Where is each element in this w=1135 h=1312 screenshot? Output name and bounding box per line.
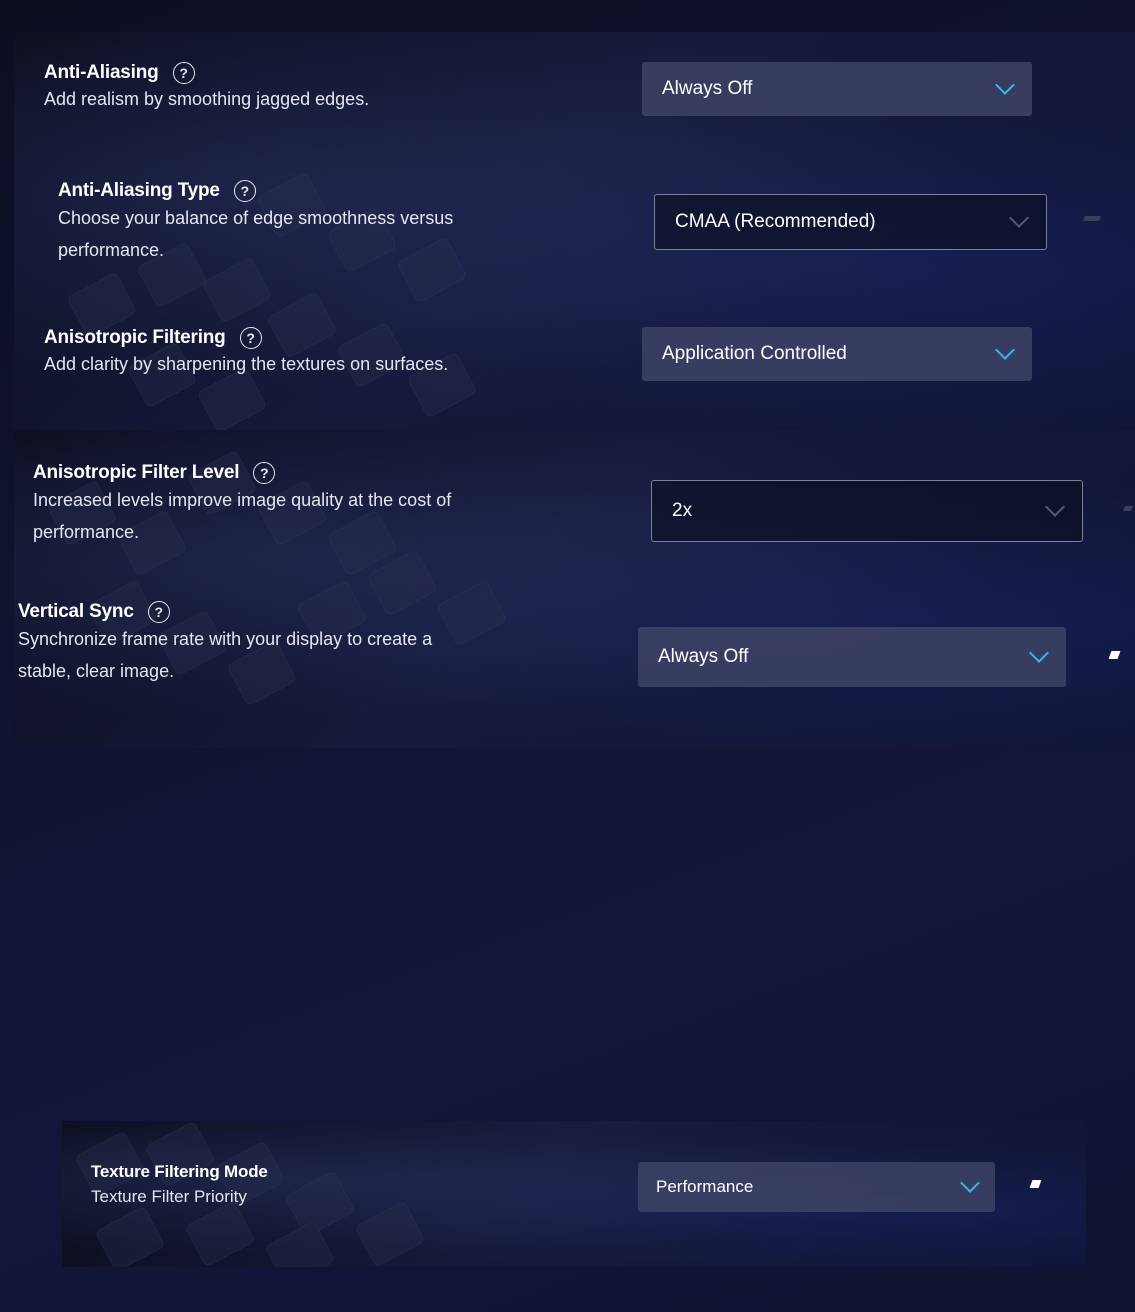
setting-anisotropic-filtering: Anisotropic Filtering ? Add clarity by s… — [44, 327, 448, 377]
texture-filtering-value: Performance — [656, 1177, 754, 1196]
chevron-down-icon — [960, 1173, 980, 1193]
anti-aliasing-type-dropdown[interactable]: CMAA (Recommended) — [654, 194, 1047, 250]
anti-aliasing-dropdown[interactable]: Always Off — [642, 62, 1032, 116]
chevron-down-icon — [1029, 643, 1049, 663]
question-circle-icon[interactable]: ? — [239, 327, 262, 349]
anti-aliasing-title: Anti-Aliasing — [44, 62, 159, 83]
texture-filtering-mode-title: Texture Filtering Mode — [91, 1162, 268, 1181]
anti-aliasing-type-description: Choose your balance of edge smoothness v… — [58, 208, 454, 260]
texture-filtering-dropdown[interactable]: Performance — [638, 1162, 995, 1212]
question-circle-icon[interactable]: ? — [147, 601, 170, 623]
chevron-down-icon — [995, 75, 1015, 95]
chevron-down-icon — [1045, 497, 1065, 517]
chevron-down-icon — [1009, 208, 1029, 228]
setting-anisotropic-filter-level: Anisotropic Filter Level ? Increased lev… — [33, 462, 451, 548]
anisotropic-filter-level-description: Increased levels improve image quality a… — [33, 490, 452, 542]
setting-anti-aliasing-type: Anti-Aliasing Type ? Choose your balance… — [58, 180, 453, 266]
vertical-sync-title: Vertical Sync — [18, 601, 134, 622]
anisotropic-filtering-description: Add clarity by sharpening the textures o… — [44, 354, 449, 374]
vertical-sync-value: Always Off — [658, 646, 749, 667]
anti-aliasing-description: Add realism by smoothing jagged edges. — [44, 89, 370, 109]
anisotropic-filter-level-title: Anisotropic Filter Level — [33, 462, 240, 483]
anisotropic-filtering-value: Application Controlled — [662, 343, 847, 364]
question-circle-icon[interactable]: ? — [253, 462, 276, 484]
setting-anti-aliasing: Anti-Aliasing ? Add realism by smoothing… — [44, 62, 369, 112]
question-circle-icon[interactable]: ? — [233, 180, 256, 202]
vertical-sync-dropdown[interactable]: Always Off — [638, 627, 1066, 687]
decorative-mark — [1083, 216, 1101, 221]
texture-filtering-mode-description: Texture Filter Priority — [91, 1187, 247, 1206]
setting-texture-filtering-mode: Texture Filtering Mode Texture Filter Pr… — [91, 1162, 268, 1208]
chevron-down-icon — [995, 340, 1015, 360]
vertical-sync-description: Synchronize frame rate with your display… — [18, 629, 433, 681]
anisotropic-filtering-dropdown[interactable]: Application Controlled — [642, 327, 1032, 381]
anisotropic-filter-level-value: 2x — [672, 500, 693, 521]
setting-vertical-sync: Vertical Sync ? Synchronize frame rate w… — [18, 601, 432, 687]
anti-aliasing-type-title: Anti-Aliasing Type — [58, 180, 220, 201]
anti-aliasing-type-value: CMAA (Recommended) — [675, 211, 876, 232]
question-circle-icon[interactable]: ? — [172, 62, 195, 84]
anisotropic-filtering-title: Anisotropic Filtering — [44, 327, 226, 348]
anti-aliasing-value: Always Off — [662, 78, 753, 99]
anisotropic-filter-level-dropdown[interactable]: 2x — [651, 480, 1083, 542]
